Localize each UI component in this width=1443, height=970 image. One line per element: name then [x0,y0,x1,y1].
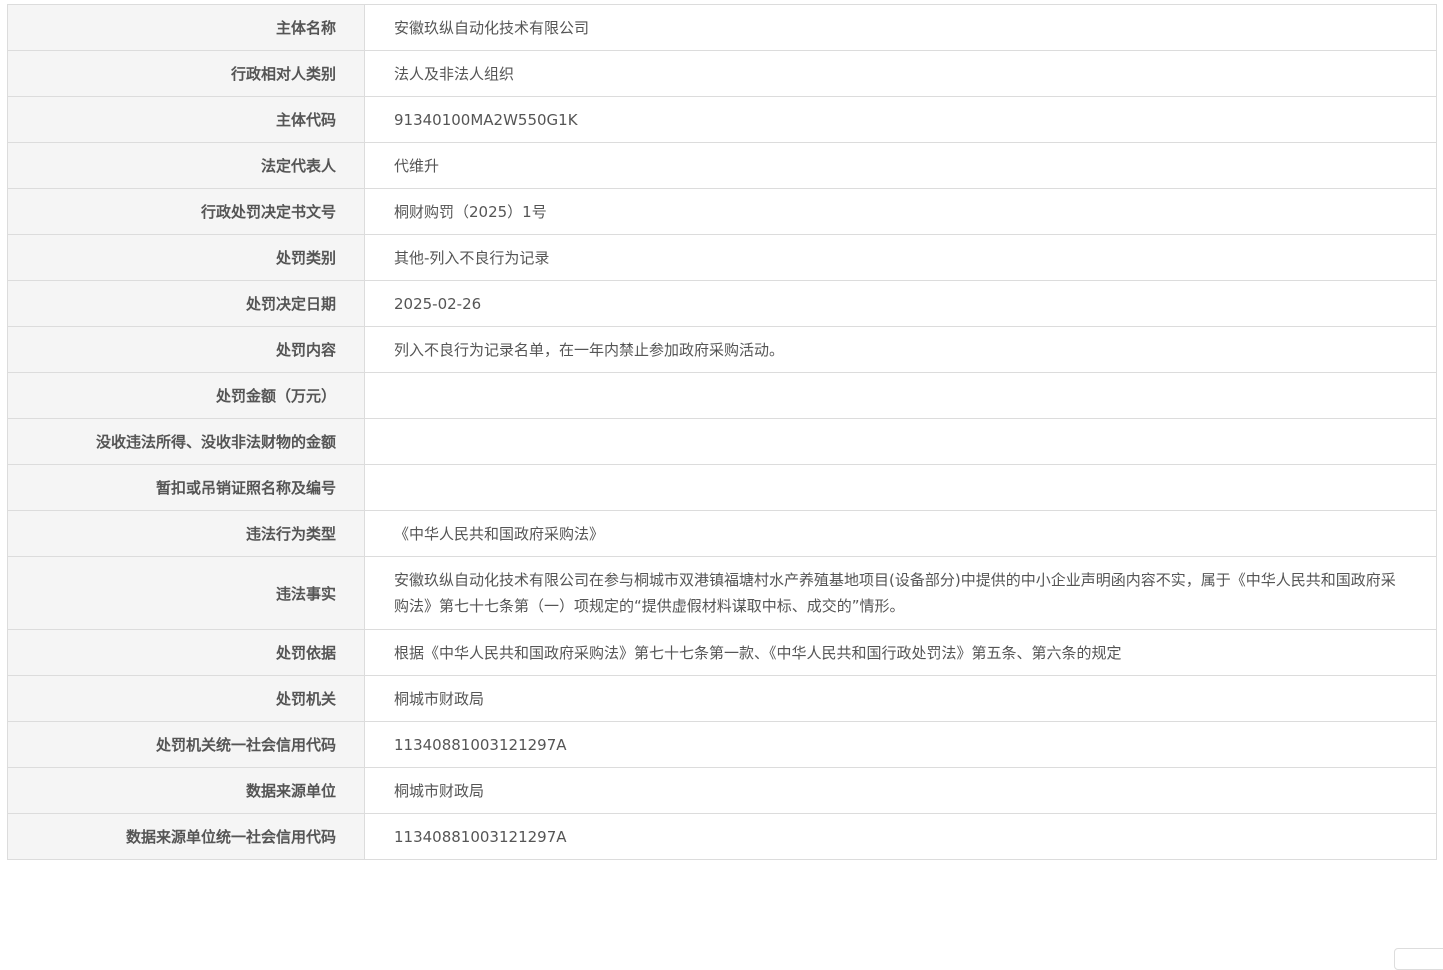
table-row: 处罚机关 桐城市财政局 [7,675,1437,722]
table-row: 处罚类别 其他-列入不良行为记录 [7,234,1437,281]
table-row: 主体代码 91340100MA2W550G1K [7,96,1437,143]
field-label: 数据来源单位统一社会信用代码 [7,813,365,860]
field-label: 处罚金额（万元） [7,372,365,419]
table-row: 数据来源单位统一社会信用代码 11340881003121297A [7,813,1437,860]
field-value: 桐财购罚（2025）1号 [364,188,1437,235]
field-label: 主体名称 [7,4,365,51]
field-value: 2025-02-26 [364,280,1437,327]
field-value: 其他-列入不良行为记录 [364,234,1437,281]
field-value: 《中华人民共和国政府采购法》 [364,510,1437,557]
field-value: 91340100MA2W550G1K [364,96,1437,143]
field-label: 处罚决定日期 [7,280,365,327]
field-value [364,464,1437,511]
field-label: 违法行为类型 [7,510,365,557]
field-value: 11340881003121297A [364,813,1437,860]
field-label: 没收违法所得、没收非法财物的金额 [7,418,365,465]
field-value [364,418,1437,465]
table-row: 暂扣或吊销证照名称及编号 [7,464,1437,511]
field-label: 法定代表人 [7,142,365,189]
field-label: 处罚机关 [7,675,365,722]
field-value: 根据《中华人民共和国政府采购法》第七十七条第一款、《中华人民共和国行政处罚法》第… [364,629,1437,676]
field-value [364,372,1437,419]
field-label: 处罚内容 [7,326,365,373]
field-value: 列入不良行为记录名单，在一年内禁止参加政府采购活动。 [364,326,1437,373]
field-label: 处罚机关统一社会信用代码 [7,721,365,768]
field-label: 处罚类别 [7,234,365,281]
field-label: 处罚依据 [7,629,365,676]
floating-widget[interactable] [1394,948,1443,970]
table-row: 行政相对人类别 法人及非法人组织 [7,50,1437,97]
table-row: 没收违法所得、没收非法财物的金额 [7,418,1437,465]
penalty-detail-table: 主体名称 安徽玖纵自动化技术有限公司 行政相对人类别 法人及非法人组织 主体代码 9134… [7,4,1437,860]
table-row: 处罚金额（万元） [7,372,1437,419]
table-row: 行政处罚决定书文号 桐财购罚（2025）1号 [7,188,1437,235]
field-label: 暂扣或吊销证照名称及编号 [7,464,365,511]
field-value: 安徽玖纵自动化技术有限公司在参与桐城市双港镇福塘村水产养殖基地项目(设备部分)中… [364,556,1437,630]
field-value: 法人及非法人组织 [364,50,1437,97]
field-value: 安徽玖纵自动化技术有限公司 [364,4,1437,51]
field-label: 行政相对人类别 [7,50,365,97]
table-row: 法定代表人 代维升 [7,142,1437,189]
table-row: 处罚内容 列入不良行为记录名单，在一年内禁止参加政府采购活动。 [7,326,1437,373]
field-value: 桐城市财政局 [364,675,1437,722]
table-row: 数据来源单位 桐城市财政局 [7,767,1437,814]
table-row: 处罚依据 根据《中华人民共和国政府采购法》第七十七条第一款、《中华人民共和国行政处… [7,629,1437,676]
table-row: 主体名称 安徽玖纵自动化技术有限公司 [7,4,1437,51]
table-row: 处罚决定日期 2025-02-26 [7,280,1437,327]
table-row: 违法事实 安徽玖纵自动化技术有限公司在参与桐城市双港镇福塘村水产养殖基地项目(设备… [7,556,1437,630]
table-row: 违法行为类型 《中华人民共和国政府采购法》 [7,510,1437,557]
field-label: 行政处罚决定书文号 [7,188,365,235]
field-value: 桐城市财政局 [364,767,1437,814]
table-row: 处罚机关统一社会信用代码 11340881003121297A [7,721,1437,768]
field-label: 主体代码 [7,96,365,143]
field-label: 数据来源单位 [7,767,365,814]
field-label: 违法事实 [7,556,365,630]
field-value: 代维升 [364,142,1437,189]
field-value: 11340881003121297A [364,721,1437,768]
